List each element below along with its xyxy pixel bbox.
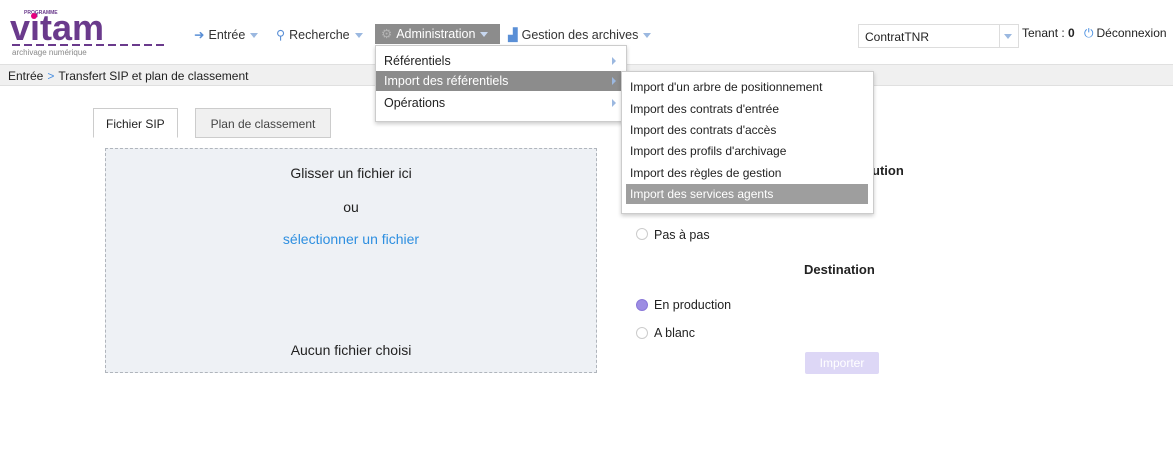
drop-hint: Glisser un fichier ici bbox=[290, 165, 412, 181]
submenu-item-services-agents[interactable]: Import des services agents bbox=[626, 184, 868, 204]
submenu-item-arbre[interactable]: Import d'un arbre de positionnement bbox=[626, 77, 868, 97]
submenu-item-contrats-acces[interactable]: Import des contrats d'accès bbox=[626, 120, 868, 140]
destination-heading: Destination bbox=[804, 262, 875, 277]
submenu-item-profils-archivage[interactable]: Import des profils d'archivage bbox=[626, 141, 868, 161]
contract-value: ContratTNR bbox=[865, 30, 930, 44]
nav-administration[interactable]: ⚙ Administration bbox=[375, 24, 500, 44]
menu-item-referentiels[interactable]: Référentiels bbox=[376, 51, 626, 71]
nav-recherche[interactable]: ⚲ Recherche bbox=[276, 26, 363, 44]
chevron-down-icon bbox=[250, 33, 259, 39]
tab-plan-classement[interactable]: Plan de classement bbox=[195, 108, 331, 138]
vitam-logo[interactable]: PROGRAMME vitam archivage numérique bbox=[8, 6, 176, 58]
nav-gestion-archives[interactable]: ▟ Gestion des archives bbox=[508, 26, 652, 44]
search-icon: ⚲ bbox=[276, 28, 286, 42]
chevron-down-icon bbox=[480, 32, 489, 38]
tab-fichier-sip[interactable]: Fichier SIP bbox=[93, 108, 178, 138]
select-file-link[interactable]: sélectionner un fichier bbox=[106, 231, 596, 247]
radio-pas-a-pas[interactable] bbox=[636, 228, 648, 240]
file-drop-zone[interactable]: Glisser un fichier ici ou sélectionner u… bbox=[105, 148, 597, 373]
logout-button[interactable]: ⏻ Déconnexion bbox=[1084, 26, 1167, 41]
label-en-production: En production bbox=[654, 298, 732, 312]
power-icon: ⏻ bbox=[1084, 26, 1094, 40]
chevron-down-icon bbox=[1004, 34, 1012, 39]
chevron-down-icon bbox=[354, 33, 363, 39]
svg-text:archivage numérique: archivage numérique bbox=[12, 48, 87, 57]
chevron-right-icon: > bbox=[47, 69, 55, 83]
cogs-icon: ⚙ bbox=[381, 27, 393, 41]
submenu-item-contrats-entree[interactable]: Import des contrats d'entrée bbox=[626, 99, 868, 119]
radio-a-blanc[interactable] bbox=[636, 327, 648, 339]
submenu-item-regles-gestion[interactable]: Import des règles de gestion bbox=[626, 163, 868, 183]
file-status: Aucun fichier choisi bbox=[290, 342, 412, 358]
tenant-value: 0 bbox=[1068, 26, 1075, 40]
chevron-right-icon bbox=[612, 77, 616, 85]
chart-icon: ▟ bbox=[508, 28, 518, 42]
label-a-blanc: A blanc bbox=[654, 326, 696, 340]
breadcrumb-current: Transfert SIP et plan de classement bbox=[58, 69, 249, 83]
menu-item-import-referentiels[interactable]: Import des référentiels bbox=[376, 71, 626, 91]
import-button[interactable]: Importer bbox=[805, 352, 879, 374]
administration-menu: Référentiels Import des référentiels Opé… bbox=[375, 45, 627, 122]
chevron-right-icon bbox=[612, 99, 616, 107]
breadcrumb-root[interactable]: Entrée bbox=[8, 69, 43, 83]
chevron-right-icon bbox=[612, 57, 616, 65]
nav-entree[interactable]: ➜ Entrée bbox=[194, 26, 259, 44]
radio-en-production[interactable] bbox=[636, 299, 648, 311]
chevron-down-icon bbox=[643, 33, 652, 39]
import-referentiels-submenu: Import d'un arbre de positionnement Impo… bbox=[621, 71, 874, 214]
svg-text:vitam: vitam bbox=[10, 7, 104, 48]
execution-heading: ution bbox=[872, 163, 904, 178]
contract-dropdown-toggle[interactable] bbox=[999, 25, 1018, 47]
sign-in-icon: ➜ bbox=[194, 28, 205, 42]
menu-item-operations[interactable]: Opérations bbox=[376, 93, 626, 113]
contract-select[interactable]: ContratTNR bbox=[858, 24, 1019, 48]
label-pas-a-pas: Pas à pas bbox=[654, 228, 710, 242]
drop-or: ou bbox=[343, 199, 359, 215]
tenant-indicator: Tenant : 0 bbox=[1022, 26, 1075, 40]
